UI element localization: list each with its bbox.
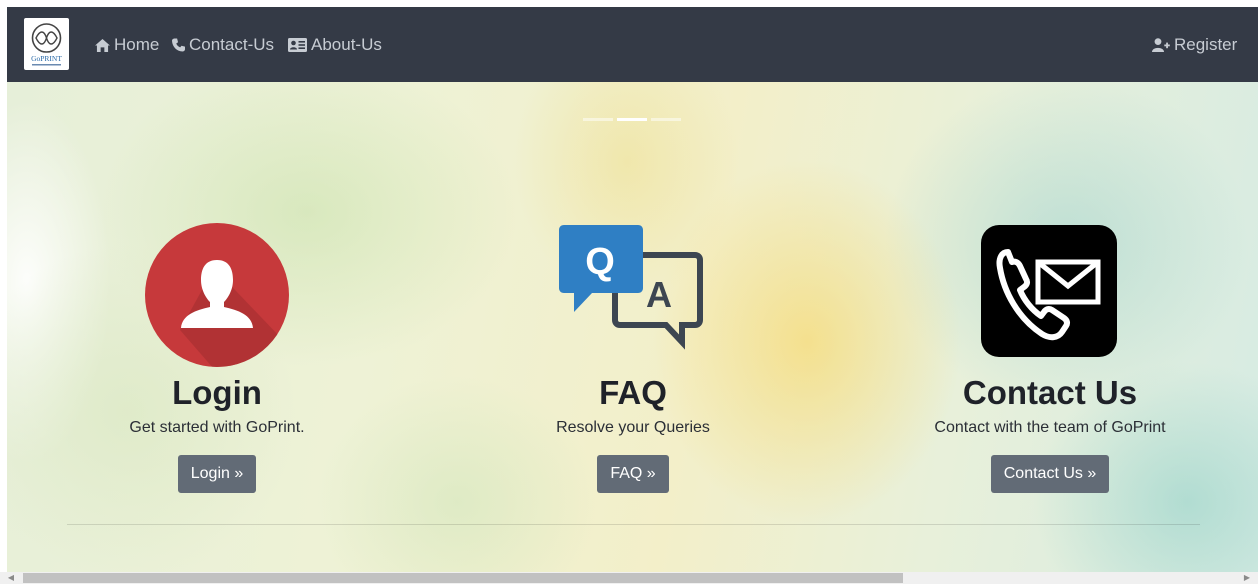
nav-contact-link[interactable]: Contact-Us xyxy=(172,34,274,56)
svg-text:Q: Q xyxy=(585,241,615,283)
faq-button[interactable]: FAQ » xyxy=(597,455,669,493)
contact-button[interactable]: Contact Us » xyxy=(990,455,1110,493)
carousel-indicators xyxy=(583,118,681,121)
svg-text:GoPRINT: GoPRINT xyxy=(31,54,62,63)
contact-description: Contact with the team of GoPrint xyxy=(934,419,1166,436)
hero-carousel: Login Get started with GoPrint. Login » … xyxy=(7,82,1258,572)
carousel-indicator-active[interactable] xyxy=(617,118,647,121)
login-description: Get started with GoPrint. xyxy=(129,419,305,436)
faq-title: FAQ xyxy=(599,374,667,411)
carousel-indicator[interactable] xyxy=(583,118,613,121)
nav-home-label: Home xyxy=(114,35,160,54)
contact-title: Contact Us xyxy=(962,374,1138,411)
goprint-logo[interactable]: GoPRINT xyxy=(24,18,69,70)
login-button[interactable]: Login » xyxy=(177,455,257,493)
user-avatar-icon xyxy=(145,223,289,367)
phone-mail-icon xyxy=(981,225,1117,357)
nav-home-link[interactable]: Home xyxy=(95,34,159,56)
scroll-left-arrow-icon[interactable]: ◀ xyxy=(4,572,18,584)
scrollbar-thumb[interactable] xyxy=(23,573,903,583)
section-divider xyxy=(67,524,1200,525)
id-card-icon xyxy=(288,38,307,52)
nav-about-label: About-Us xyxy=(311,35,382,54)
register-label: Register xyxy=(1174,35,1238,54)
horizontal-scrollbar[interactable]: ◀ ▶ xyxy=(0,572,1258,584)
faq-description: Resolve your Queries xyxy=(556,419,710,436)
question-answer-icon: A Q xyxy=(559,225,703,350)
faq-feature: A Q FAQ Resolve your Queries FAQ » xyxy=(463,222,803,493)
top-navbar: GoPRINT Home Contact-Us About-Us Registe… xyxy=(7,7,1258,82)
register-link[interactable]: Register xyxy=(1152,34,1237,56)
page-frame: GoPRINT Home Contact-Us About-Us Registe… xyxy=(7,7,1258,572)
phone-icon xyxy=(172,38,185,52)
scroll-right-arrow-icon[interactable]: ▶ xyxy=(1240,572,1254,584)
carousel-indicator[interactable] xyxy=(651,118,681,121)
login-feature: Login Get started with GoPrint. Login » xyxy=(47,222,387,493)
login-title: Login xyxy=(172,374,262,411)
nav-about-link[interactable]: About-Us xyxy=(288,34,382,56)
nav-contact-label: Contact-Us xyxy=(189,35,275,54)
svg-text:A: A xyxy=(646,274,672,315)
home-icon xyxy=(95,38,110,52)
user-plus-icon xyxy=(1152,38,1170,52)
contact-feature: Contact Us Contact with the team of GoPr… xyxy=(880,222,1220,493)
